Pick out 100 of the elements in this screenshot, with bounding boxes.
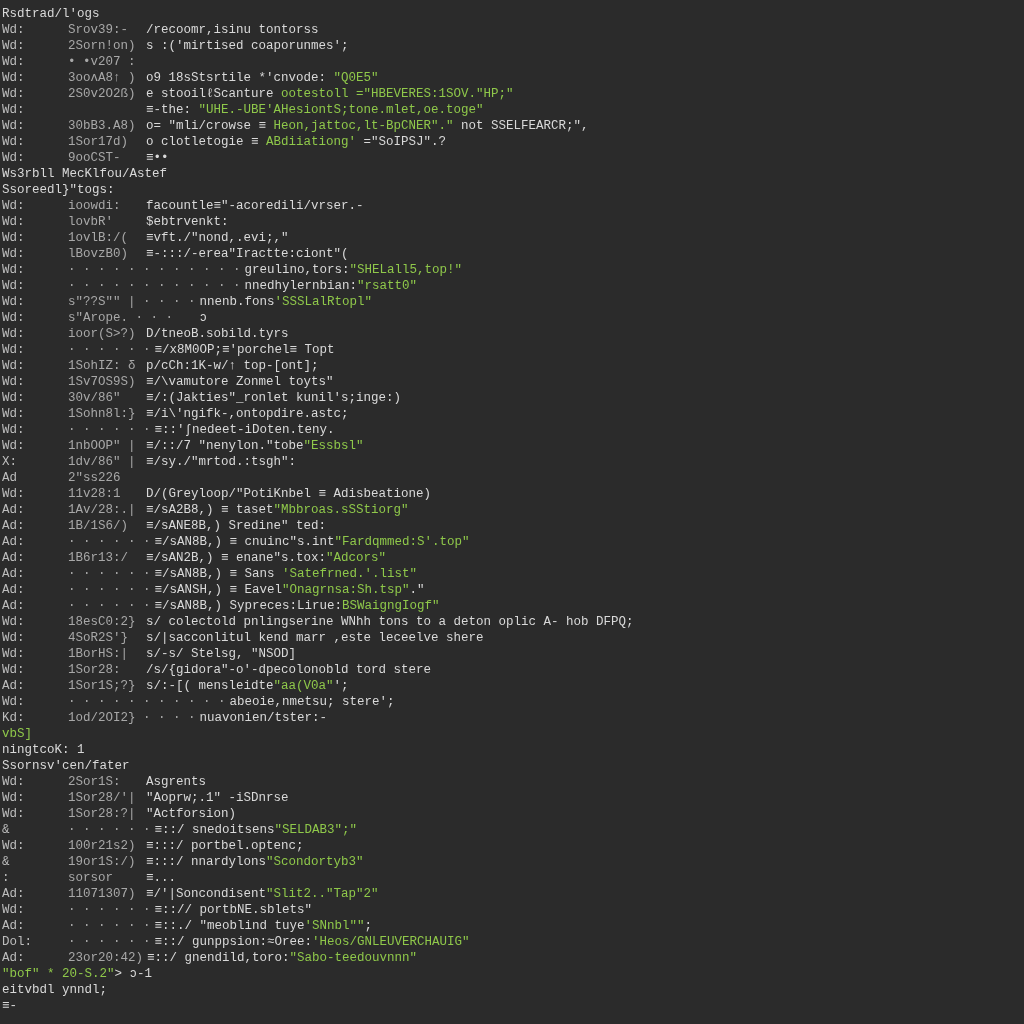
line-prefix: Wd: xyxy=(2,230,26,246)
time-label: 19or1S:/) xyxy=(68,855,136,869)
time-label: · · · · · · xyxy=(68,903,151,917)
code-text: s/|sacconlitul kend marr ,este leceelve shere xyxy=(146,630,484,646)
line-prefix: Ad: xyxy=(2,518,26,534)
time-label: Srov39:- xyxy=(68,23,128,37)
line-prefix: Ad: xyxy=(2,918,26,934)
line-prefix: Ad: xyxy=(2,566,26,582)
code-text: ≡::// portbNE.sblets" xyxy=(154,902,313,918)
time-label: 2"ss226 xyxy=(68,471,121,485)
code-text: ≡::'ʃnedeet-iDoten.teny. xyxy=(154,422,335,438)
code-text: Asgrents xyxy=(146,774,206,790)
line-prefix: Wd: xyxy=(2,614,26,630)
time-label: lBovzB0) xyxy=(68,247,128,261)
line-prefix: : xyxy=(2,870,11,886)
code-text: ≡/\vamutore Zonmel toyts" xyxy=(146,374,334,390)
line-prefix: Wd: xyxy=(2,150,26,166)
line-prefix: Wd: xyxy=(2,38,26,54)
time-label: · · · · · · xyxy=(68,535,151,549)
log-heading: eitvbdl ynndl; xyxy=(2,982,108,998)
log-heading: "bof" * 20-S.2"> ↄ-1 xyxy=(2,966,153,982)
time-label: 1od/2OI2} · · · · xyxy=(68,711,196,725)
log-heading: Ws3rbll MecKlfou/Astef xyxy=(2,166,168,182)
code-text: ≡/sAN2B,) ≡ enane"s.tox:"Adcors" xyxy=(146,550,387,566)
time-label: 1Sor28/'| xyxy=(68,791,136,805)
line-prefix: Wd: xyxy=(2,278,26,294)
time-label: · · · · · · xyxy=(68,935,151,949)
code-text: ≡/'|Soncondisent"Slit2.."Tap"2" xyxy=(146,886,379,902)
code-text: ≡-the: "UHE.-UBE'AHesiontS;tone.mlet,oe.toge" xyxy=(146,102,484,118)
time-label: 30v/86" xyxy=(68,391,121,405)
code-text: o9 18sStsrtile *'cnvode: "Q0E5" xyxy=(146,70,379,86)
code-text: ≡/:(Jakties"_ronlet kunil's;inge:) xyxy=(146,390,402,406)
line-prefix: Dol: xyxy=(2,934,33,950)
time-label: lovbR' xyxy=(68,215,113,229)
line-prefix: Wd: xyxy=(2,438,26,454)
line-prefix: Wd: xyxy=(2,694,26,710)
code-text: ↄ xyxy=(198,310,208,326)
line-prefix: Wd: xyxy=(2,70,26,86)
code-text: ≡/x8M0OP;≡'porchel≡ Topt xyxy=(154,342,335,358)
code-text: s/:-[( mensleidte"aa(V0a"'; xyxy=(146,678,349,694)
time-label: 30bB3.A8) xyxy=(68,119,136,133)
line-prefix: Ad: xyxy=(2,598,26,614)
code-text: ≡/::/7 "nenylon."tobe"Essbsl" xyxy=(146,438,364,454)
code-text: ≡-:::/-erea"Iractte:ciont"( xyxy=(146,246,349,262)
log-heading: Rsdtrad/l'ogs xyxy=(2,6,100,22)
time-label: 11071307) xyxy=(68,887,136,901)
time-label: 1dv/86" | xyxy=(68,455,136,469)
code-text: ≡vft./"nond,.evi;," xyxy=(146,230,289,246)
line-prefix: Wd: xyxy=(2,246,26,262)
code-text: ≡::/ gunppsion:≈Oree:'Heos/GNLEUVERCHAUIG" xyxy=(154,934,470,950)
line-prefix: Wd: xyxy=(2,486,26,502)
time-label: s"Arope. · · · xyxy=(68,311,174,325)
time-label: 2Sor1S: xyxy=(68,775,121,789)
time-label: s"??S"" | · · · · xyxy=(68,295,196,309)
line-prefix: Wd: xyxy=(2,774,26,790)
line-prefix: Wd: xyxy=(2,310,26,326)
code-text: ≡:::/ portbel.optenc; xyxy=(146,838,304,854)
code-text: o= "mli/crowse ≡ Heon,jattoc,lt-BpCNER"." not SSELFEARCR;", xyxy=(146,118,589,134)
time-label: sorsor xyxy=(68,871,113,885)
code-text: ≡::/ gnendild,toro:"Sabo-teedouvnnn" xyxy=(147,950,418,966)
time-label: · · · · · · xyxy=(68,567,151,581)
code-text: o clotletogie ≡ ABdiiationg' ="SoIPSJ".? xyxy=(146,134,447,150)
time-label: · · · · · · xyxy=(68,919,151,933)
line-prefix: Wd: xyxy=(2,374,26,390)
code-text: ≡::./ "meoblind tuye'SNnbl""; xyxy=(154,918,373,934)
code-text: /recoomr,isinu tontorss xyxy=(146,22,319,38)
time-label: 1Av/28:.| xyxy=(68,503,136,517)
code-text: s/-s/ Stelsg, "NSOD] xyxy=(146,646,297,662)
time-label: 9ooCST- xyxy=(68,151,121,165)
time-label: 1ovlB:/( xyxy=(68,231,128,245)
line-prefix: X: xyxy=(2,454,18,470)
time-label: 3ooʌA8↑ ) xyxy=(68,71,136,85)
log-heading: vbS] xyxy=(2,726,32,742)
time-label: 2Sorn!on) xyxy=(68,39,136,53)
line-prefix: & xyxy=(2,822,11,838)
time-label: 23or20:42) xyxy=(68,951,143,965)
code-text: ≡/sA2B8,) ≡ taset"Mbbroas.sSStiorg" xyxy=(146,502,409,518)
code-text: ≡/sANE8B,) Sredine" ted: xyxy=(146,518,327,534)
line-prefix: Wd: xyxy=(2,262,26,278)
time-label: 1Sor1S;?} xyxy=(68,679,136,693)
code-text: ≡/sAN8B,) ≡ cnuinc"s.int"Fardqmmed:S'.top" xyxy=(154,534,470,550)
line-prefix: Wd: xyxy=(2,646,26,662)
time-label: 1SohIZ: δ xyxy=(68,359,136,373)
code-text: /s/{gidora"-o'-dpecolonobld tord stere xyxy=(146,662,432,678)
code-text: ≡/sy./"mrtod.:tsgh": xyxy=(146,454,297,470)
time-label: 2S0v2O2ß) xyxy=(68,87,136,101)
code-text: D/(Greyloop/"PotiKnbel ≡ Adisbeatione) xyxy=(146,486,432,502)
time-label: 11v28:1 xyxy=(68,487,121,501)
time-label: · · · · · · · · · · · · xyxy=(68,263,241,277)
code-text: p/cCh:1K-w/↑ top-[ont]; xyxy=(146,358,319,374)
code-text: D/tneoB.sobild.tyrs xyxy=(146,326,289,342)
log-heading: ningtcoK: 1 xyxy=(2,742,85,758)
code-text: ≡::/ snedoitsens"SELDAB3";" xyxy=(154,822,358,838)
time-label: 1nbOOP" | xyxy=(68,439,136,453)
line-prefix: Wd: xyxy=(2,662,26,678)
time-label: • •v207 : xyxy=(68,55,136,69)
time-label: 1Sor28:?| xyxy=(68,807,136,821)
code-text: ≡/sAN8B,) ≡ Sans 'Satefrned.'.list" xyxy=(154,566,418,582)
code-text: ≡/sANSH,) ≡ Eavel"Onagrnsa:Sh.tsp"." xyxy=(154,582,425,598)
log-heading: Ssoreedl}"togs: xyxy=(2,182,115,198)
